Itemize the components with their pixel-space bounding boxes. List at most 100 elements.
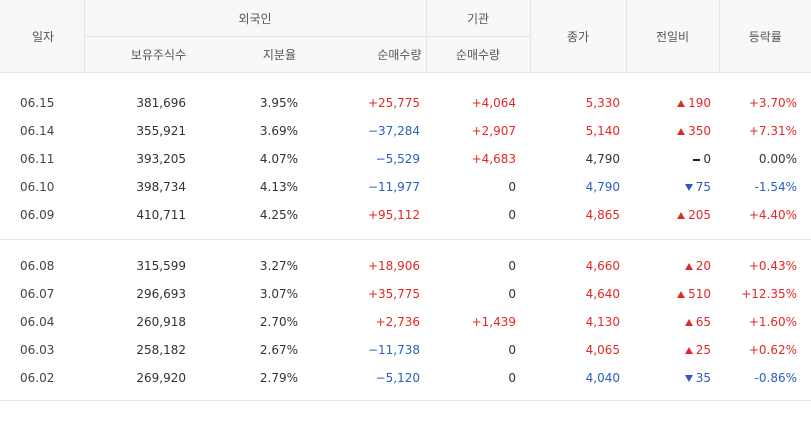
row-foreign-holdings: 269,920 bbox=[136, 371, 186, 385]
row-institution-net: 0 bbox=[508, 208, 516, 222]
row-change-cell: 0 bbox=[626, 145, 719, 173]
row-foreign-net: −5,529 bbox=[375, 152, 420, 166]
row-change-cell: 205 bbox=[626, 201, 719, 229]
row-change-cell: 35 bbox=[626, 364, 719, 392]
row-foreign-net: +25,775 bbox=[367, 96, 420, 110]
row-foreign-holdings: 258,182 bbox=[136, 343, 186, 357]
row-foreign-net: −11,977 bbox=[367, 180, 420, 194]
row-foreign-net: +18,906 bbox=[367, 259, 420, 273]
row-rate: -1.54% bbox=[754, 180, 797, 194]
row-foreign-ratio: 2.67% bbox=[259, 343, 298, 357]
row-foreign-holdings: 315,599 bbox=[136, 259, 186, 273]
row-date: 06.14 bbox=[20, 124, 55, 138]
table-row: 06.02 269,920 2.79% −5,120 0 4,040 35 -0.86% bbox=[0, 364, 811, 392]
row-institution-net: 0 bbox=[508, 371, 516, 385]
header-institution-group: 기관 bbox=[425, 0, 530, 37]
row-rate: +0.43% bbox=[748, 259, 797, 273]
row-foreign-ratio: 2.79% bbox=[259, 371, 298, 385]
table-row: 06.10 398,734 4.13% −11,977 0 4,790 75 -1.54% bbox=[0, 173, 811, 201]
row-close: 4,865 bbox=[585, 208, 620, 222]
row-close: 5,140 bbox=[585, 124, 620, 138]
row-foreign-holdings: 393,205 bbox=[136, 152, 186, 166]
spacer-row bbox=[0, 240, 811, 253]
triangle-down-icon bbox=[684, 184, 693, 191]
row-foreign-ratio: 2.70% bbox=[259, 315, 298, 329]
table-row: 06.04 260,918 2.70% +2,736 +1,439 4,130 65 +1.6… bbox=[0, 308, 811, 336]
header-foreign-net: 순매수량 bbox=[310, 36, 426, 73]
row-change-cell: 25 bbox=[626, 336, 719, 364]
row-foreign-ratio: 4.07% bbox=[259, 152, 298, 166]
row-institution-net: +2,907 bbox=[471, 124, 516, 138]
header-date: 일자 bbox=[0, 0, 84, 73]
triangle-up-icon bbox=[684, 347, 693, 354]
triangle-up-icon bbox=[677, 212, 686, 219]
table-row: 06.14 355,921 3.69% −37,284 +2,907 5,140 350 +7… bbox=[0, 117, 811, 145]
row-change-cell: 65 bbox=[626, 308, 719, 336]
row-change-value: 35 bbox=[695, 371, 711, 385]
table-row: 06.11 393,205 4.07% −5,529 +4,683 4,790 0 0.00% bbox=[0, 145, 811, 173]
row-foreign-ratio: 3.27% bbox=[259, 259, 298, 273]
row-foreign-holdings: 381,696 bbox=[136, 96, 186, 110]
row-rate: -0.86% bbox=[754, 371, 797, 385]
row-close: 4,130 bbox=[585, 315, 620, 329]
header-foreign-group: 외국인 bbox=[83, 0, 426, 37]
row-institution-net: +1,439 bbox=[471, 315, 516, 329]
table-row: 06.09 410,711 4.25% +95,112 0 4,865 205 +4.40% bbox=[0, 201, 811, 229]
triangle-up-icon bbox=[684, 263, 693, 270]
row-foreign-ratio: 3.07% bbox=[259, 287, 298, 301]
row-foreign-net: −11,738 bbox=[367, 343, 420, 357]
row-close: 4,640 bbox=[585, 287, 620, 301]
row-change-value: 75 bbox=[695, 180, 711, 194]
row-foreign-net: −37,284 bbox=[367, 124, 420, 138]
row-rate: +7.31% bbox=[748, 124, 797, 138]
row-date: 06.11 bbox=[20, 152, 55, 166]
row-change-value: 190 bbox=[688, 96, 711, 110]
row-date: 06.09 bbox=[20, 208, 55, 222]
row-change-value: 0 bbox=[703, 152, 711, 166]
row-close: 4,660 bbox=[585, 259, 620, 273]
table-row: 06.03 258,182 2.67% −11,738 0 4,065 25 +0.62% bbox=[0, 336, 811, 364]
row-foreign-ratio: 4.13% bbox=[259, 180, 298, 194]
row-date: 06.03 bbox=[20, 343, 55, 357]
table-body: 06.15 381,696 3.95% +25,775 +4,064 5,330 190 +3… bbox=[0, 73, 811, 401]
triangle-up-icon bbox=[677, 291, 686, 298]
row-foreign-net: +35,775 bbox=[367, 287, 420, 301]
header-foreign-holdings: 보유주식수 bbox=[83, 36, 196, 73]
row-change-cell: 350 bbox=[626, 117, 719, 145]
table-header: 일자 외국인 기관 종가 전일비 등락률 보유주식수 지분율 순매수량 순매수량 bbox=[0, 0, 811, 73]
dash-icon bbox=[693, 158, 701, 161]
row-foreign-holdings: 398,734 bbox=[136, 180, 186, 194]
row-change-value: 350 bbox=[688, 124, 711, 138]
spacer-row bbox=[0, 73, 811, 90]
row-change-value: 510 bbox=[688, 287, 711, 301]
row-foreign-holdings: 260,918 bbox=[136, 315, 186, 329]
header-foreign-ratio: 지분율 bbox=[196, 36, 310, 73]
row-foreign-holdings: 410,711 bbox=[136, 208, 186, 222]
row-foreign-ratio: 4.25% bbox=[259, 208, 298, 222]
row-close: 4,065 bbox=[585, 343, 620, 357]
row-foreign-ratio: 3.95% bbox=[259, 96, 298, 110]
row-foreign-net: +95,112 bbox=[367, 208, 420, 222]
row-close: 5,330 bbox=[585, 96, 620, 110]
row-institution-net: 0 bbox=[508, 343, 516, 357]
row-rate: +1.60% bbox=[748, 315, 797, 329]
row-rate: +4.40% bbox=[748, 208, 797, 222]
row-rate: +3.70% bbox=[748, 96, 797, 110]
row-change-value: 205 bbox=[688, 208, 711, 222]
row-close: 4,790 bbox=[585, 152, 620, 166]
row-institution-net: 0 bbox=[508, 259, 516, 273]
triangle-down-icon bbox=[684, 375, 693, 382]
row-foreign-ratio: 3.69% bbox=[259, 124, 298, 138]
row-date: 06.07 bbox=[20, 287, 55, 301]
row-rate: +12.35% bbox=[741, 287, 797, 301]
header-rate: 등락률 bbox=[718, 0, 811, 73]
header-close: 종가 bbox=[529, 0, 626, 73]
table-row: 06.07 296,693 3.07% +35,775 0 4,640 510 +12.35% bbox=[0, 280, 811, 308]
row-close: 4,790 bbox=[585, 180, 620, 194]
row-change-value: 65 bbox=[695, 315, 711, 329]
triangle-up-icon bbox=[677, 128, 686, 135]
row-foreign-net: −5,120 bbox=[375, 371, 420, 385]
header-change: 전일비 bbox=[625, 0, 719, 73]
row-date: 06.08 bbox=[20, 259, 55, 273]
row-change-cell: 190 bbox=[626, 89, 719, 117]
